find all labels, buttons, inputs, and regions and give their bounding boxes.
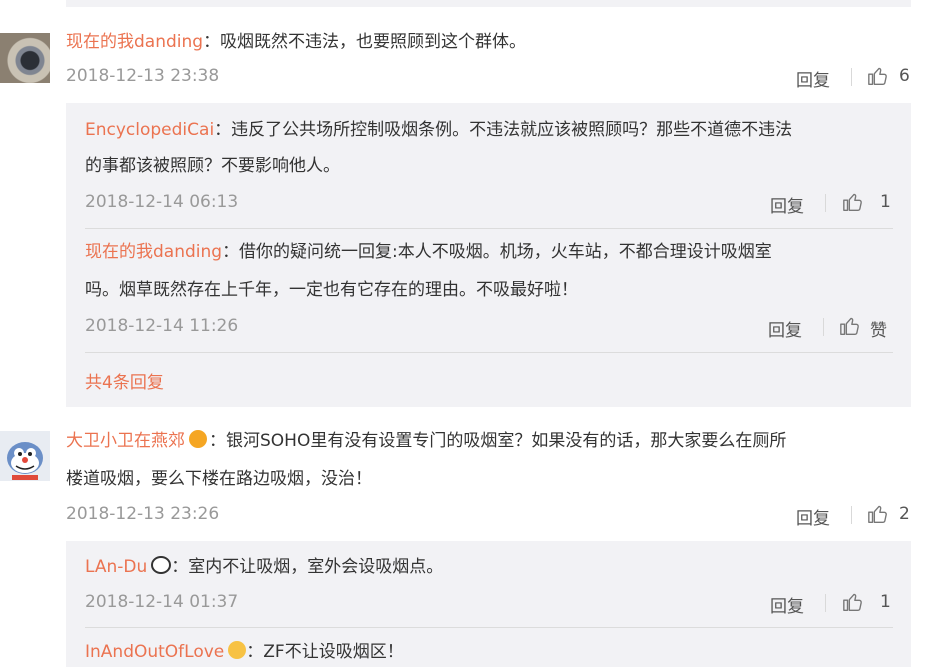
reply-1-2-like-label[interactable]: 赞 xyxy=(870,316,887,341)
reply-2-1-text: ：室内不让吸烟，室外会设吸烟点。 xyxy=(171,557,444,577)
comment-2-line1: 大卫小卫在燕郊 ：银河SOHO里有没有设置专门的吸烟室？如果没有的话，那大家要么在… xyxy=(66,423,786,459)
comment-2-line2: 楼道吸烟，要么下楼在路边吸烟，没治！ xyxy=(66,469,372,489)
reply-1-1-date: 2018-12-14 06:13 xyxy=(85,192,239,212)
reply-2-1-like-count: 1 xyxy=(880,592,891,612)
comment-1-reply-button[interactable]: 回复 xyxy=(796,66,830,91)
reply-2-2-username[interactable]: InAndOutOfLove xyxy=(85,642,224,662)
divider xyxy=(851,506,852,524)
reply-2-1-date: 2018-12-14 01:37 xyxy=(85,592,239,612)
divider xyxy=(825,594,826,612)
comment-1-date: 2018-12-13 23:38 xyxy=(66,66,220,86)
thumbs-up-icon[interactable] xyxy=(842,591,864,613)
thumbs-up-icon[interactable] xyxy=(842,191,864,213)
reply-2-1-username[interactable]: LAn-Du xyxy=(85,557,147,577)
comment-2-username[interactable]: 大卫小卫在燕郊 xyxy=(66,431,185,451)
comment-1-text: ：吸烟既然不违法，也要照顾到这个群体。 xyxy=(203,32,527,52)
reply-1-2-date: 2018-12-14 11:26 xyxy=(85,316,239,336)
reply-1-1-text: ：违反了公共场所控制吸烟条例。不违法就应该被照顾吗？那些不道德不违法 xyxy=(214,120,793,140)
thumbs-up-icon[interactable] xyxy=(867,65,889,87)
comment-1-text-line: 现在的我danding：吸烟既然不违法，也要照顾到这个群体。 xyxy=(66,24,526,60)
reply-divider xyxy=(85,627,893,628)
comment-1-username[interactable]: 现在的我danding xyxy=(66,32,203,52)
user-avatar-cartoon[interactable] xyxy=(0,431,50,481)
reply-2-2-text: ：ZF不让设吸烟区！ xyxy=(246,642,404,662)
view-all-replies-link[interactable]: 共4条回复 xyxy=(85,368,164,393)
reply-1-2-reply-button[interactable]: 回复 xyxy=(768,316,802,341)
divider xyxy=(823,318,824,336)
reply-2-1-line: LAn-Du ：室内不让吸烟，室外会设吸烟点。 xyxy=(85,549,443,585)
comment-2-like-count: 2 xyxy=(899,504,910,524)
reply-1-2-text: ：借你的疑问统一回复:本人不吸烟。机场，火车站，不都合理设计吸烟室 xyxy=(222,242,772,262)
thumbs-up-icon[interactable] xyxy=(867,503,889,525)
vip-badge-icon xyxy=(189,430,207,448)
cartoon-face-icon xyxy=(7,442,43,480)
comment-2-text: ：银河SOHO里有没有设置专门的吸烟室？如果没有的话，那大家要么在厕所 xyxy=(209,431,787,451)
reply-1-1-reply-button[interactable]: 回复 xyxy=(770,192,804,217)
reply-2-1-reply-button[interactable]: 回复 xyxy=(770,592,804,617)
reply-1-1-line1: EncyclopediCai：违反了公共场所控制吸烟条例。不违法就应该被照顾吗？… xyxy=(85,112,792,148)
divider xyxy=(825,194,826,212)
smile-emoji-icon xyxy=(228,641,247,659)
panda-icon xyxy=(151,556,172,574)
reply-1-1-line2: 的事都该被照顾？不要影响他人。 xyxy=(85,156,340,176)
divider xyxy=(851,68,852,86)
comment-2-date: 2018-12-13 23:26 xyxy=(66,504,220,524)
previous-reply-box-edge xyxy=(66,0,911,7)
reply-divider xyxy=(85,352,893,353)
thumbs-up-icon[interactable] xyxy=(839,315,861,337)
reply-1-1-username[interactable]: EncyclopediCai xyxy=(85,120,214,140)
reply-1-2-line1: 现在的我danding：借你的疑问统一回复:本人不吸烟。机场，火车站，不都合理设… xyxy=(85,234,772,270)
comment-2-reply-button[interactable]: 回复 xyxy=(796,504,830,529)
reply-2-2-line: InAndOutOfLove ：ZF不让设吸烟区！ xyxy=(85,634,404,670)
reply-1-2-line2: 吗。烟草既然存在上千年，一定也有它存在的理由。不吸最好啦！ xyxy=(85,280,578,300)
reply-1-2-username[interactable]: 现在的我danding xyxy=(85,242,222,262)
user-avatar[interactable] xyxy=(0,33,50,83)
reply-divider xyxy=(85,228,893,229)
reply-1-1-like-count: 1 xyxy=(880,192,891,212)
comment-1-like-count: 6 xyxy=(899,66,910,86)
